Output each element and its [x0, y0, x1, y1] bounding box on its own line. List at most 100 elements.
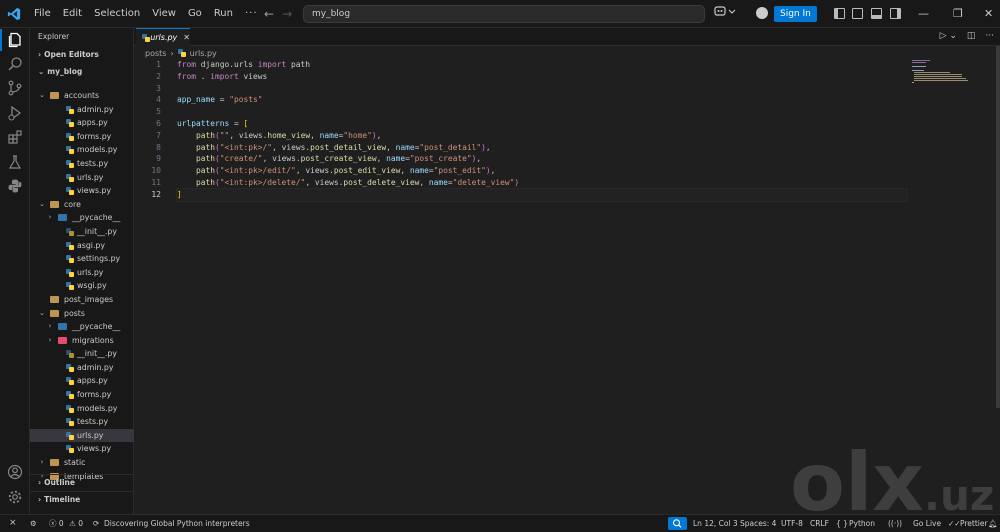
toggle-secondary-sidebar-icon[interactable]: [890, 8, 901, 19]
cursor-position[interactable]: Ln 12, Col 3: [693, 515, 738, 532]
open-editors-section[interactable]: › Open Editors: [30, 47, 133, 62]
tree-file[interactable]: admin.py: [30, 361, 134, 375]
tree-item-label: urls.py: [77, 172, 104, 182]
prettier-button[interactable]: Prettier: [960, 515, 988, 532]
tree-file[interactable]: forms.py: [30, 130, 134, 144]
vertical-scrollbar[interactable]: [996, 46, 1000, 408]
tree-folder[interactable]: › migrations: [30, 334, 134, 348]
minimap[interactable]: [910, 59, 980, 99]
tree-file[interactable]: urls.py: [30, 171, 134, 185]
python-file-icon: [66, 146, 74, 155]
prettier-icon: ✓✓: [948, 519, 961, 528]
account-activity-icon[interactable]: [7, 464, 23, 480]
language-mode[interactable]: Python: [849, 515, 875, 532]
more-actions-icon[interactable]: ···: [985, 31, 994, 41]
tree-file[interactable]: forms.py: [30, 388, 134, 402]
toggle-panel-icon[interactable]: [871, 8, 882, 19]
explorer-sidebar: Explorer › Open Editors ⌄ my_blog ⌄ account…: [30, 28, 134, 514]
tree-file[interactable]: views.py: [30, 184, 134, 198]
tree-file[interactable]: settings.py: [30, 252, 134, 266]
tree-file[interactable]: apps.py: [30, 116, 134, 130]
sync-icon[interactable]: ⚙: [30, 515, 37, 532]
status-bar: ⨯ ⚙ ⓧ 0 ⚠ 0 ⟳ Discovering Global Python …: [0, 514, 1000, 532]
code-line: path("<int:pk>/edit/", views.post_edit_v…: [196, 166, 496, 176]
menu-go[interactable]: Go: [182, 0, 208, 28]
testing-icon[interactable]: [7, 154, 23, 170]
tree-folder[interactable]: post_images: [30, 293, 134, 307]
restore-icon[interactable]: ❐: [953, 0, 963, 28]
tree-folder[interactable]: ⌄ core: [30, 198, 134, 212]
tree-folder[interactable]: › __pycache__: [30, 211, 134, 225]
menu-selection[interactable]: Selection: [88, 0, 146, 28]
account-icon[interactable]: [756, 7, 768, 19]
tree-folder[interactable]: › static: [30, 456, 134, 470]
search-icon[interactable]: [7, 56, 23, 72]
zoom-icon[interactable]: [668, 517, 687, 530]
line-number: 12: [151, 189, 161, 199]
close-window-icon[interactable]: ✕: [984, 0, 993, 28]
copilot-icon[interactable]: [714, 6, 736, 21]
forward-arrow-icon[interactable]: →: [282, 7, 292, 21]
extensions-icon[interactable]: [7, 129, 23, 145]
run-debug-icon[interactable]: [7, 105, 23, 121]
tree-item-label: tests.py: [77, 417, 109, 427]
go-live-button[interactable]: Go Live: [913, 515, 941, 532]
remote-indicator[interactable]: ⨯: [9, 515, 17, 532]
problems-indicator[interactable]: ⓧ 0 ⚠ 0: [49, 515, 83, 532]
workspace-root[interactable]: ⌄ my_blog: [30, 64, 133, 79]
line-number: 6: [156, 118, 161, 128]
toggle-sidebar-layout-icon[interactable]: [852, 8, 863, 19]
tree-folder[interactable]: ⌄ posts: [30, 307, 134, 321]
outline-section[interactable]: › Outline: [30, 474, 134, 491]
menu-run[interactable]: Run: [208, 0, 239, 28]
tree-file[interactable]: tests.py: [30, 415, 134, 429]
tree-file[interactable]: views.py: [30, 442, 134, 456]
python-file-icon: [66, 173, 74, 182]
folder-icon: [50, 200, 59, 208]
tree-file[interactable]: asgi.py: [30, 239, 134, 253]
breadcrumb-file[interactable]: urls.py: [190, 49, 217, 58]
menu-view[interactable]: View: [146, 0, 182, 28]
tree-file[interactable]: models.py: [30, 402, 134, 416]
tree-file[interactable]: urls.py: [30, 428, 134, 443]
line-endings[interactable]: CRLF: [810, 515, 829, 532]
toggle-primary-sidebar-icon[interactable]: [834, 8, 845, 19]
indentation[interactable]: Spaces: 4: [740, 515, 776, 532]
menu-more[interactable]: ···: [239, 0, 264, 28]
tab-urls-py[interactable]: urls.py ✕: [136, 28, 190, 46]
explorer-title: Explorer: [38, 32, 70, 41]
python-file-icon: [142, 33, 151, 42]
back-arrow-icon[interactable]: ←: [264, 7, 274, 21]
tree-folder[interactable]: › __pycache__: [30, 320, 134, 334]
command-center-search[interactable]: my_blog: [303, 5, 705, 23]
tree-file[interactable]: wsgi.py: [30, 279, 134, 293]
tree-file[interactable]: tests.py: [30, 157, 134, 171]
tree-file[interactable]: urls.py: [30, 266, 134, 280]
tree-file[interactable]: __init__.py: [30, 347, 134, 361]
settings-gear-icon[interactable]: [7, 489, 23, 505]
breadcrumb-folder[interactable]: posts: [145, 49, 166, 58]
notifications-icon[interactable]: 🔔︎: [988, 515, 998, 532]
split-editor-icon[interactable]: ◫: [967, 31, 976, 41]
tree-folder[interactable]: ⌄ accounts: [30, 89, 134, 103]
sign-in-button[interactable]: Sign In: [774, 6, 817, 22]
run-file-icon[interactable]: ▷ ⌄: [940, 31, 957, 41]
explorer-icon[interactable]: [0, 29, 23, 51]
python-icon[interactable]: [7, 178, 23, 194]
tree-file[interactable]: models.py: [30, 143, 134, 157]
python-file-icon: [66, 377, 74, 386]
tree-file[interactable]: __init__.py: [30, 225, 134, 239]
tree-file[interactable]: admin.py: [30, 103, 134, 117]
tree-item-label: admin.py: [77, 362, 114, 372]
minimize-icon[interactable]: —: [918, 0, 929, 28]
close-tab-icon[interactable]: ✕: [183, 33, 190, 42]
code-editor[interactable]: from django.urls import path from . impor…: [176, 59, 908, 202]
timeline-section[interactable]: › Timeline: [30, 491, 134, 508]
tree-item-label: posts: [64, 308, 85, 318]
menu-file[interactable]: File: [28, 0, 57, 28]
tree-file[interactable]: apps.py: [30, 374, 134, 388]
menu-edit[interactable]: Edit: [57, 0, 88, 28]
encoding[interactable]: UTF-8: [781, 515, 803, 532]
tree-item-label: models.py: [77, 403, 118, 413]
source-control-icon[interactable]: [7, 80, 23, 96]
